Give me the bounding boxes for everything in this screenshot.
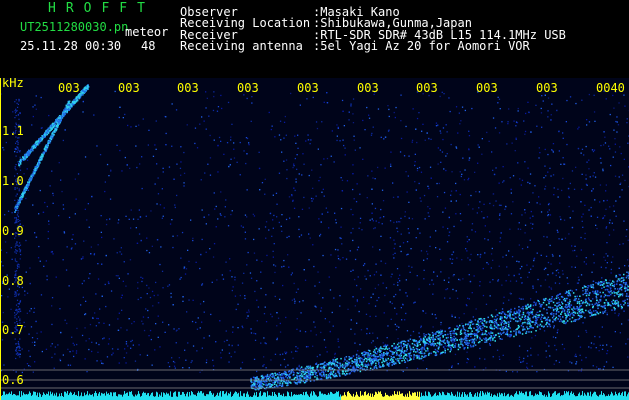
meteor-count: 48 xyxy=(141,39,156,53)
antenna-value: :5el Yagi Az 20 for Aomori VOR xyxy=(313,39,530,53)
y-tick-label: 0.9 xyxy=(2,224,24,238)
file-name: UT2511280030.pn xyxy=(20,20,129,34)
spectrogram-plot: kHz 1.1 1.0 0.9 0.8 0.7 0.6 003 003 003 … xyxy=(0,78,629,400)
app-brand: HROFFT xyxy=(48,1,155,16)
x-tick-label: 003 xyxy=(416,81,438,95)
x-tick-label: 003 xyxy=(536,81,558,95)
x-tick-label: 003 xyxy=(177,81,199,95)
x-tick-label: 003 xyxy=(58,81,80,95)
x-tick-label: 003 xyxy=(357,81,379,95)
y-tick-label: 0.8 xyxy=(2,274,24,288)
spectrogram-canvas xyxy=(0,78,629,400)
x-tick-label: 003 xyxy=(476,81,498,95)
antenna-label: Receiving antenna xyxy=(180,39,303,53)
y-axis-unit: kHz xyxy=(2,78,24,90)
date-time: 25.11.28 00:30 xyxy=(20,39,122,53)
x-tick-label: 003 xyxy=(297,81,319,95)
x-tick-label: 0040 xyxy=(596,81,625,95)
y-tick-label: 1.1 xyxy=(2,124,24,138)
x-tick-label: 003 xyxy=(118,81,140,95)
header-panel: HROFFT UT2511280030.pn 25.11.28 00:30 me… xyxy=(0,0,629,78)
meteor-label: meteor xyxy=(125,25,169,39)
x-tick-label: 003 xyxy=(237,81,259,95)
y-tick-label: 0.7 xyxy=(2,323,24,337)
y-tick-label: 0.6 xyxy=(2,373,24,387)
y-tick-label: 1.0 xyxy=(2,174,24,188)
